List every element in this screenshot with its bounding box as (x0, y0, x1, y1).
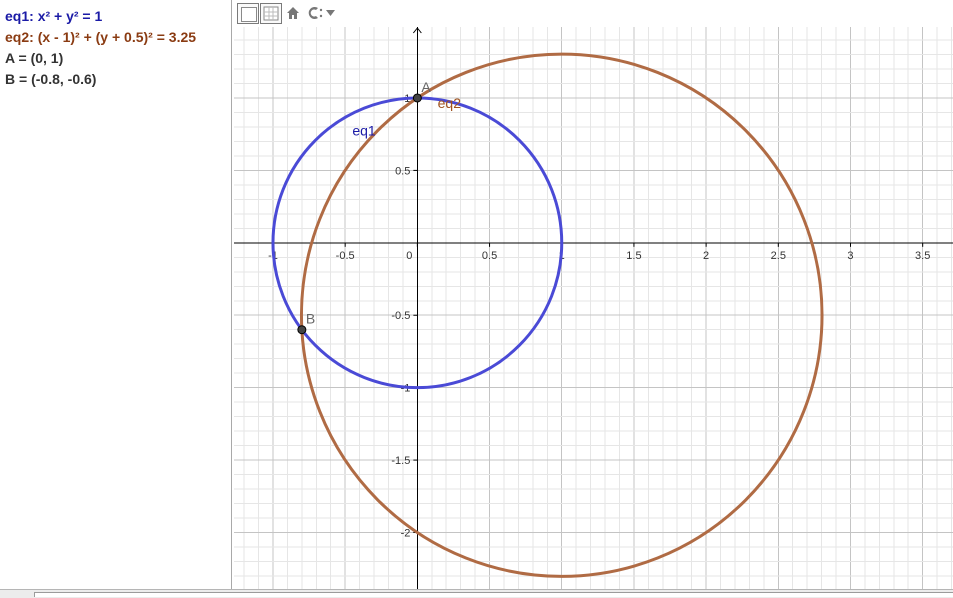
algebra-view: eq1: x² + y² = 1 eq2: (x - 1)² + (y + 0.… (0, 0, 232, 589)
graphics-style-bar (234, 0, 953, 27)
circle-label-eq2: eq2 (438, 95, 462, 111)
graphics-view-toggle-icon[interactable] (260, 3, 282, 24)
algebra-item-expr: (-0.8, -0.6) (31, 71, 97, 87)
home-icon[interactable] (286, 6, 300, 20)
coordinate-plane[interactable]: -1 -0.5 0 0.5 1 1.5 2 2.5 3 3.510.5-0.5-1-1.5-2eq… (234, 27, 953, 589)
algebra-view-toggle-icon[interactable] (237, 3, 259, 24)
y-tick-label: -0.5 (391, 310, 410, 322)
circle-label-eq1: eq1 (352, 123, 376, 139)
algebra-item-expr: x² + y² = 1 (37, 8, 103, 24)
algebra-item-B[interactable]: B = (-0.8, -0.6) (5, 70, 96, 88)
x-tick-label: 0 (406, 250, 412, 262)
point-B (297, 325, 307, 335)
algebra-item-A[interactable]: A = (0, 1) (5, 49, 63, 67)
chevron-down-icon[interactable] (326, 10, 336, 17)
x-tick-label: 1.5 (626, 250, 641, 262)
x-tick-label: -0.5 (336, 250, 355, 262)
algebra-item-name: eq2 (5, 29, 30, 45)
graphics-view[interactable]: -1 -0.5 0 0.5 1 1.5 2 2.5 3 3.5 1 0.5 -0.5 -1 -1.5 -2 eq… (234, 27, 953, 589)
style-menu-icon[interactable] (306, 6, 326, 20)
x-tick-label: 2 (703, 250, 709, 262)
algebra-item-eq2[interactable]: eq2: (x - 1)² + (y + 0.5)² = 3.25 (5, 28, 196, 46)
algebra-item-eq1[interactable]: eq1: x² + y² = 1 (5, 7, 102, 25)
x-tick-label: 3.5 (915, 250, 930, 262)
x-tick-label: 0.5 (482, 250, 497, 262)
algebra-item-name: B (5, 71, 16, 87)
input-field[interactable] (34, 592, 953, 597)
y-tick-label: -1.5 (391, 455, 410, 467)
algebra-item-sep: : (29, 29, 38, 45)
point-A (412, 93, 422, 103)
y-tick-label: 0.5 (395, 165, 410, 177)
algebra-item-name: eq1 (5, 8, 30, 24)
algebra-item-name: A (5, 50, 15, 66)
x-tick-label: 2.5 (771, 250, 786, 262)
algebra-item-expr: (x - 1)² + (y + 0.5)² = 3.25 (37, 29, 197, 45)
algebra-item-sep: = (15, 71, 32, 87)
point-label-A: A (421, 79, 431, 95)
point-label-B: B (306, 311, 315, 327)
algebra-item-expr: (0, 1) (30, 50, 64, 66)
algebra-item-sep: = (14, 50, 31, 66)
algebra-item-sep: : (29, 8, 38, 24)
y-tick-label: -2 (401, 528, 411, 540)
x-tick-label: 3 (847, 250, 853, 262)
